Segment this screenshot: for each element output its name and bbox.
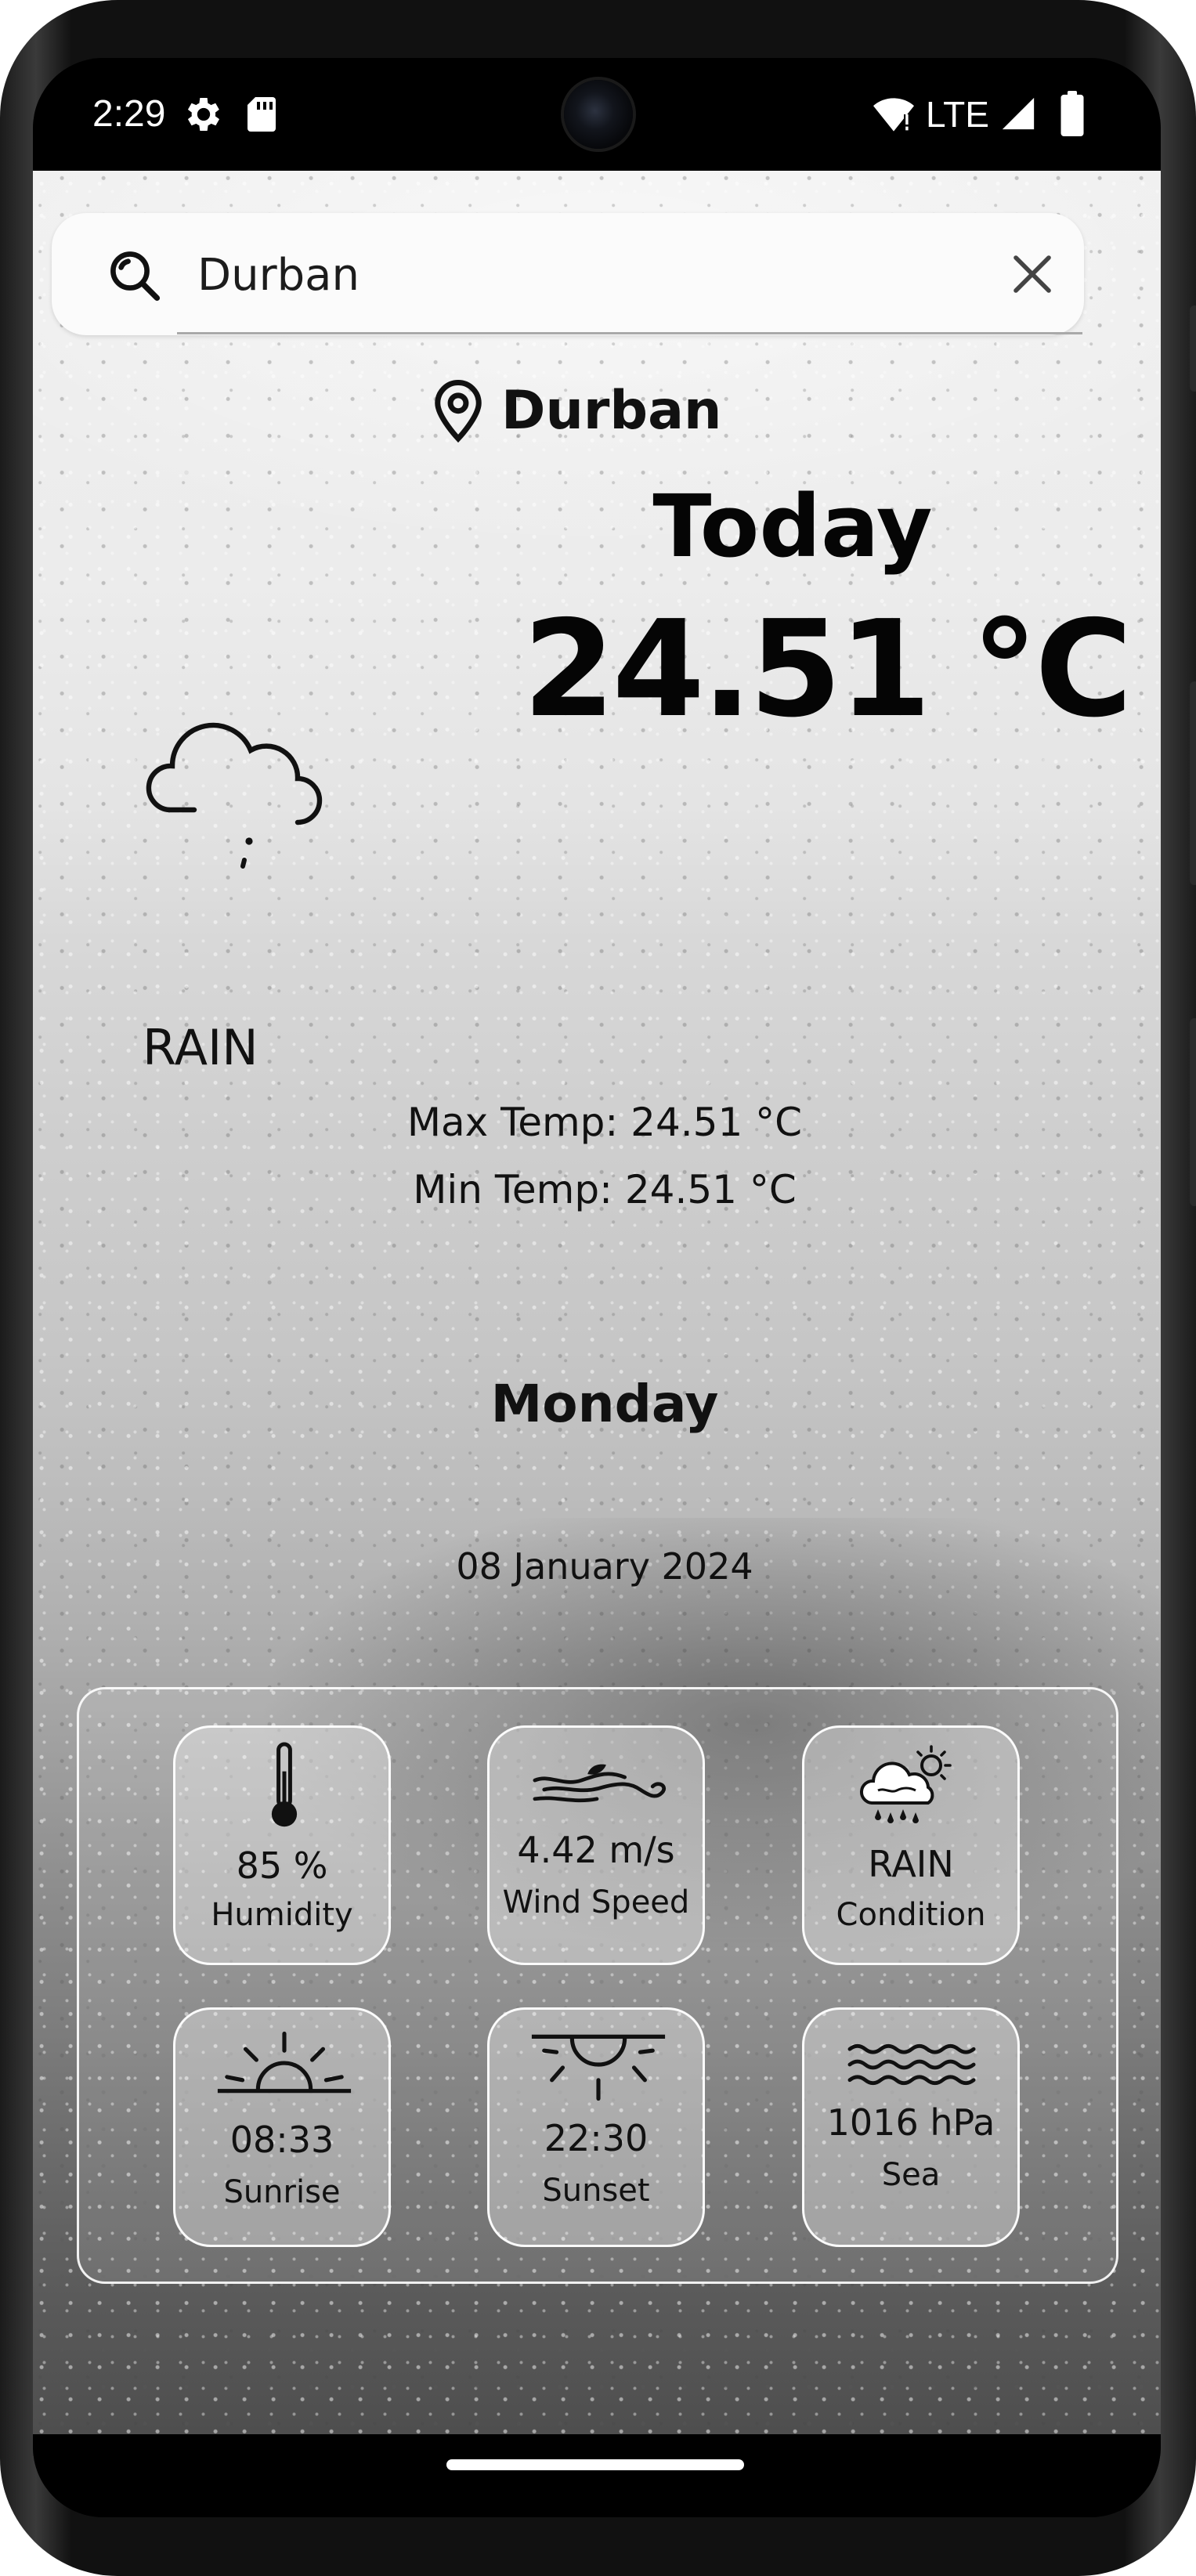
battery-icon [1061,91,1084,136]
signal-icon [1002,97,1035,130]
cloud-sun-rain-icon [859,1745,952,1823]
wind-speed-value: 4.42 m/s [517,1829,675,1871]
wifi-icon [873,98,914,132]
sunrise-label: Sunrise [223,2174,341,2210]
search-icon[interactable] [107,247,163,304]
weekday: Monday [490,1374,719,1434]
sunset-value: 22:30 [544,2117,649,2159]
sea-pressure-label: Sea [881,2157,941,2193]
navigation-bar [33,2434,1161,2517]
front-camera [564,80,633,149]
status-time: 2:29 [92,93,166,135]
weather-app: Durban Today 24.51 °C RAIN Max Temp: 24.… [33,171,1161,2434]
status-bar: 2:29 LTE [33,58,1161,171]
side-button [1190,681,1196,885]
current-temperature: 24.51 °C [522,592,1133,747]
home-gesture-handle[interactable] [446,2459,744,2470]
side-button [1190,1018,1196,1206]
side-button [1190,305,1196,392]
today-heading: Today [652,476,933,576]
wind-icon [533,1764,667,1803]
thermometer-icon [271,1742,298,1827]
sea-pressure-value: 1016 hPa [826,2101,995,2144]
condition-value: RAIN [868,1843,954,1885]
sunset-card: 22:30 Sunset [487,2007,705,2247]
gear-icon [187,98,220,131]
location-name: Durban [501,380,722,442]
cloud-rain-icon [146,722,323,869]
min-temperature: Min Temp: 24.51 °C [413,1167,797,1212]
sunrise-card: 08:33 Sunrise [173,2007,391,2247]
sunrise-value: 08:33 [229,2119,334,2161]
sea-pressure-card: 1016 hPa Sea [802,2007,1020,2247]
phone-frame: 2:29 LTE Durban Durban Today 24.51 °C RA… [0,0,1196,2576]
humidity-card: 85 % Humidity [173,1725,391,1965]
location-pin-icon [435,380,482,443]
waves-icon [847,2043,976,2086]
search-input[interactable] [196,241,951,309]
details-panel: 85 % Humidity 4.42 m/s Wind Speed RAIN C… [77,1687,1118,2284]
close-icon[interactable] [1010,252,1054,296]
wind-speed-label: Wind Speed [502,1884,690,1920]
humidity-value: 85 % [236,1844,328,1887]
sd-card-icon [248,97,276,132]
condition-label: Condition [836,1897,986,1933]
weather-condition: RAIN [143,1019,258,1076]
humidity-label: Humidity [211,1897,353,1933]
sunset-label: Sunset [542,2173,650,2209]
max-temperature: Max Temp: 24.51 °C [406,1100,803,1145]
screen: 2:29 LTE Durban Durban Today 24.51 °C RA… [33,58,1161,2517]
sunrise-icon [217,2031,352,2094]
sunset-icon [531,2034,666,2101]
network-type: LTE [926,94,989,135]
date: 08 January 2024 [456,1545,753,1588]
search-underline [177,332,1082,334]
wind-speed-card: 4.42 m/s Wind Speed [487,1725,705,1965]
condition-card: RAIN Condition [802,1725,1020,1965]
search-bar[interactable] [52,213,1084,335]
